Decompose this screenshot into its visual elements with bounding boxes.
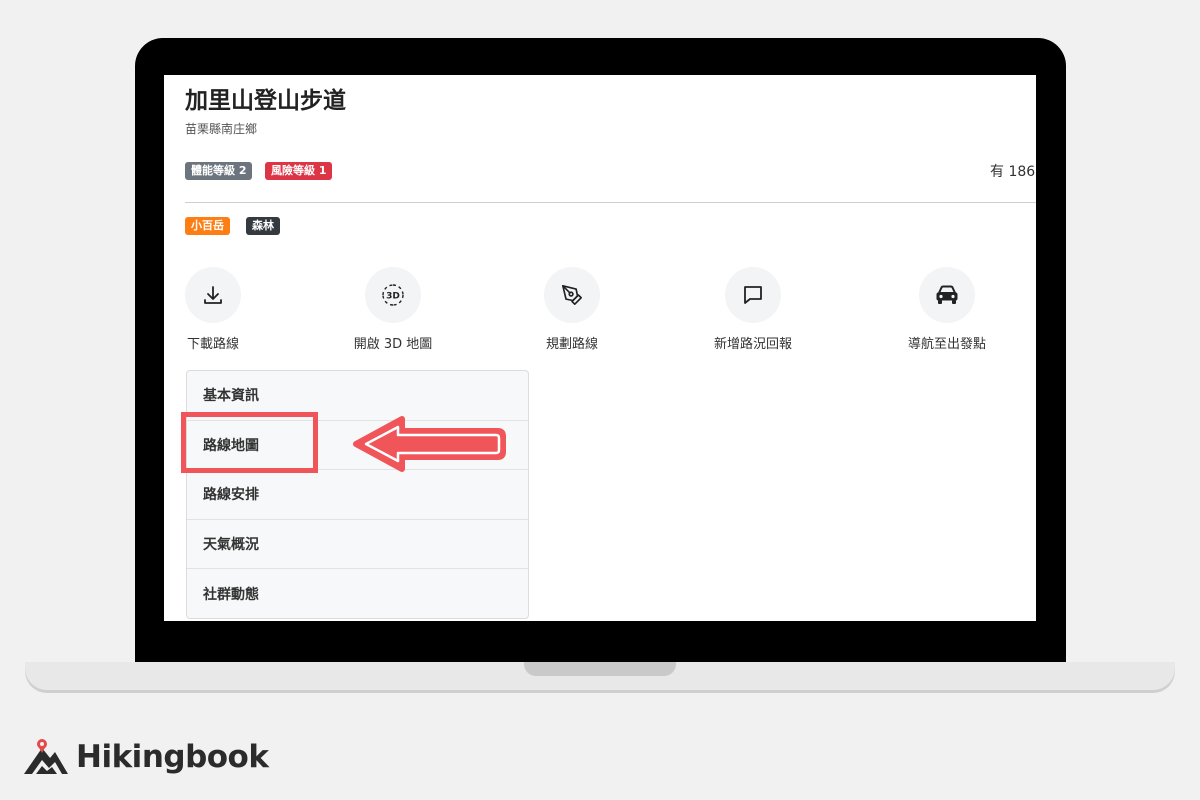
download-route-button[interactable]: 下載路線 xyxy=(185,267,241,352)
add-trail-report-label: 新增路況回報 xyxy=(713,337,792,352)
tab-weather[interactable]: 天氣概況 xyxy=(187,520,528,570)
3d-icon-text: 3D xyxy=(386,292,400,302)
navigate-to-start-label: 導航至出發點 xyxy=(907,337,986,352)
download-icon xyxy=(204,286,222,304)
brand-logo: Hikingbook xyxy=(22,738,269,776)
tag-badge[interactable]: 森林 xyxy=(246,217,280,235)
plan-route-label: 規劃路線 xyxy=(545,337,598,352)
mountain-pin-icon xyxy=(24,739,68,774)
laptop-notch xyxy=(524,662,676,676)
pointer-arrow-icon xyxy=(353,416,506,472)
pen-tool-icon xyxy=(562,285,582,305)
page-title: 加里山登山步道 xyxy=(185,88,346,114)
location-text: 苗栗縣南庄鄉 xyxy=(185,122,258,136)
count-text: 有 186 xyxy=(990,164,1036,180)
highlight-box xyxy=(181,412,318,473)
tag-badge[interactable]: 小百岳 xyxy=(185,217,230,235)
add-trail-report-button[interactable]: 新增路況回報 xyxy=(708,267,798,352)
car-icon xyxy=(936,285,958,304)
plan-route-button[interactable]: 規劃路線 xyxy=(544,267,600,352)
open-3d-map-label: 開啟 3D 地圖 xyxy=(353,337,433,352)
risk-level-badge: 風險等級 1 xyxy=(265,162,333,180)
info-tab-list: 基本資訊 路線地圖 路線安排 天氣概況 社群動態 xyxy=(186,370,529,619)
tab-route-schedule[interactable]: 路線安排 xyxy=(187,470,528,520)
fitness-level-badge: 體能等級 2 xyxy=(185,162,253,180)
app-screen: 加里山登山步道 苗栗縣南庄鄉 體能等級 2 風險等級 1 有 186 小百岳 森… xyxy=(164,75,1036,621)
message-icon xyxy=(744,286,762,304)
divider xyxy=(185,202,1036,203)
navigate-to-start-button[interactable]: 導航至出發點 xyxy=(902,267,992,352)
3d-icon: 3D xyxy=(382,284,404,306)
brand-name: Hikingbook xyxy=(76,739,269,775)
tab-community[interactable]: 社群動態 xyxy=(187,569,528,619)
open-3d-map-button[interactable]: 3D 開啟 3D 地圖 xyxy=(332,267,454,352)
download-route-label: 下載路線 xyxy=(186,337,239,352)
